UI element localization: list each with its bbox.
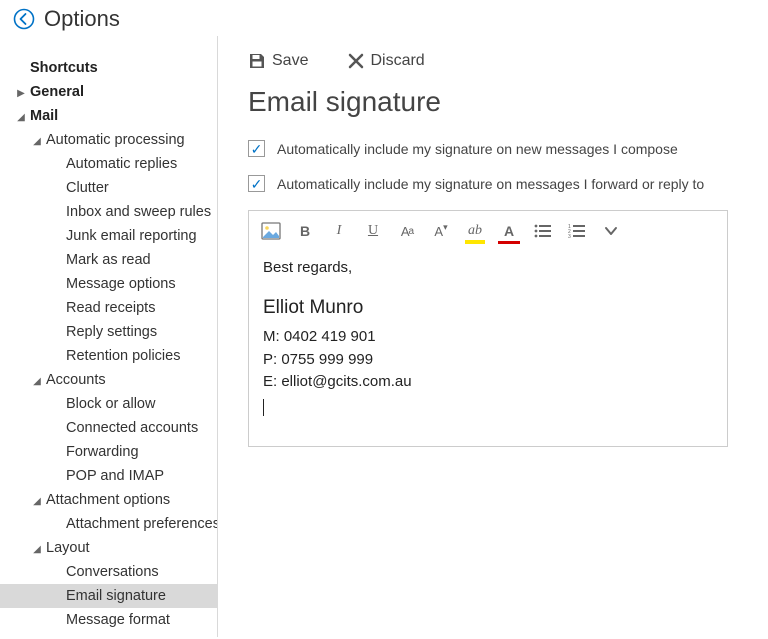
checkbox-include-new: ✓ Automatically include my signature on … bbox=[248, 140, 738, 157]
font-family-button[interactable]: Aa bbox=[397, 221, 417, 241]
save-button[interactable]: Save bbox=[248, 52, 308, 70]
header-title: Options bbox=[44, 6, 120, 32]
image-icon bbox=[261, 222, 281, 240]
caret-down-icon: ◢ bbox=[32, 496, 42, 507]
signature-greeting: Best regards, bbox=[263, 257, 713, 280]
more-options-button[interactable] bbox=[601, 221, 621, 241]
underline-button[interactable]: U bbox=[363, 221, 383, 241]
chevron-down-icon bbox=[604, 224, 618, 238]
sidebar-item-layout[interactable]: ◢ Layout bbox=[0, 536, 217, 560]
bulleted-list-icon bbox=[534, 223, 552, 239]
sidebar-item-connected-accounts[interactable]: Connected accounts bbox=[0, 416, 217, 440]
sidebar-item-read-receipts[interactable]: Read receipts bbox=[0, 296, 217, 320]
highlight-button[interactable]: ab bbox=[465, 221, 485, 241]
main: Save Discard Email signature ✓ Automatic… bbox=[218, 36, 768, 637]
discard-button[interactable]: Discard bbox=[348, 52, 424, 70]
sidebar-item-pop-imap[interactable]: POP and IMAP bbox=[0, 464, 217, 488]
sidebar: Shortcuts ▶ General ◢ Mail ◢ Automatic p… bbox=[0, 36, 218, 637]
discard-button-label: Discard bbox=[370, 52, 424, 70]
sidebar-item-automatic-replies[interactable]: Automatic replies bbox=[0, 152, 217, 176]
editor-toolbar: B I U Aa A▾ ab A 1 2 bbox=[249, 211, 727, 249]
caret-down-icon: ◢ bbox=[16, 112, 26, 123]
page-title: Email signature bbox=[248, 86, 738, 118]
sidebar-item-clutter[interactable]: Clutter bbox=[0, 176, 217, 200]
save-button-label: Save bbox=[272, 52, 308, 70]
signature-textarea[interactable]: Best regards, Elliot Munro M: 0402 419 9… bbox=[249, 249, 727, 446]
signature-name: Elliot Munro bbox=[263, 294, 713, 323]
caret-right-icon: ▶ bbox=[16, 88, 26, 99]
font-size-button[interactable]: A▾ bbox=[431, 221, 451, 241]
signature-mobile: M: 0402 419 901 bbox=[263, 326, 713, 349]
checkbox-new-label: Automatically include my signature on ne… bbox=[277, 141, 678, 157]
signature-email: E: elliot@gcits.com.au bbox=[263, 371, 713, 394]
font-color-button[interactable]: A bbox=[499, 221, 519, 241]
back-button[interactable] bbox=[12, 7, 36, 31]
sidebar-item-general[interactable]: ▶ General bbox=[0, 80, 217, 104]
sidebar-item-message-format[interactable]: Message format bbox=[0, 608, 217, 632]
caret-down-icon: ◢ bbox=[32, 376, 42, 387]
sidebar-item-junk-reporting[interactable]: Junk email reporting bbox=[0, 224, 217, 248]
sidebar-item-mark-as-read[interactable]: Mark as read bbox=[0, 248, 217, 272]
bulleted-list-button[interactable] bbox=[533, 221, 553, 241]
sidebar-item-attachment-options[interactable]: ◢ Attachment options bbox=[0, 488, 217, 512]
insert-image-button[interactable] bbox=[261, 221, 281, 241]
italic-button[interactable]: I bbox=[329, 221, 349, 241]
checkbox-fwdreply[interactable]: ✓ bbox=[248, 175, 265, 192]
signature-phone: P: 0755 999 999 bbox=[263, 349, 713, 372]
numbered-list-icon: 1 2 3 bbox=[568, 223, 586, 239]
header: Options bbox=[0, 0, 768, 36]
signature-editor: B I U Aa A▾ ab A 1 2 bbox=[248, 210, 728, 447]
save-icon bbox=[248, 52, 266, 70]
numbered-list-button[interactable]: 1 2 3 bbox=[567, 221, 587, 241]
sidebar-item-conversations[interactable]: Conversations bbox=[0, 560, 217, 584]
text-cursor bbox=[263, 399, 264, 416]
action-bar: Save Discard bbox=[248, 52, 738, 70]
caret-down-icon: ◢ bbox=[32, 136, 42, 147]
sidebar-item-reply-settings[interactable]: Reply settings bbox=[0, 320, 217, 344]
back-arrow-icon bbox=[13, 8, 35, 30]
sidebar-item-automatic-processing[interactable]: ◢ Automatic processing bbox=[0, 128, 217, 152]
caret-down-icon: ◢ bbox=[32, 544, 42, 555]
sidebar-item-retention-policies[interactable]: Retention policies bbox=[0, 344, 217, 368]
sidebar-item-email-signature[interactable]: Email signature bbox=[0, 584, 217, 608]
sidebar-item-message-options[interactable]: Message options bbox=[0, 272, 217, 296]
sidebar-item-forwarding[interactable]: Forwarding bbox=[0, 440, 217, 464]
sidebar-item-shortcuts[interactable]: Shortcuts bbox=[0, 56, 217, 80]
checkbox-new[interactable]: ✓ bbox=[248, 140, 265, 157]
sidebar-item-block-allow[interactable]: Block or allow bbox=[0, 392, 217, 416]
sidebar-item-attachment-prefs[interactable]: Attachment preferences bbox=[0, 512, 217, 536]
bold-button[interactable]: B bbox=[295, 221, 315, 241]
sidebar-item-accounts[interactable]: ◢ Accounts bbox=[0, 368, 217, 392]
close-icon bbox=[348, 53, 364, 69]
checkbox-fwdreply-label: Automatically include my signature on me… bbox=[277, 176, 704, 192]
sidebar-item-mail[interactable]: ◢ Mail bbox=[0, 104, 217, 128]
checkbox-include-fwdreply: ✓ Automatically include my signature on … bbox=[248, 175, 738, 192]
sidebar-item-inbox-sweep[interactable]: Inbox and sweep rules bbox=[0, 200, 217, 224]
svg-text:3: 3 bbox=[568, 234, 571, 239]
